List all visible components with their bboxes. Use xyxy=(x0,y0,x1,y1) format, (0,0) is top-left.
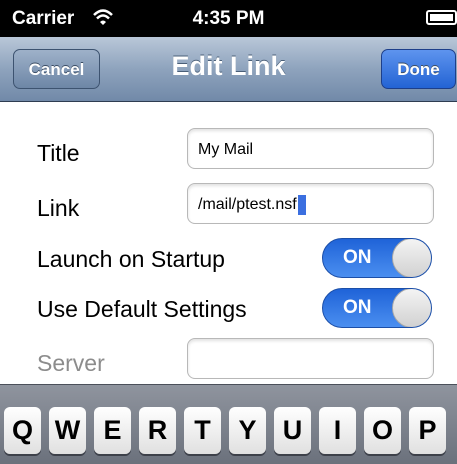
key-i[interactable]: I xyxy=(319,407,356,454)
status-bar: Carrier 4:35 PM xyxy=(0,0,457,37)
toggle-knob xyxy=(392,289,431,327)
link-label: Link xyxy=(37,195,80,221)
key-o[interactable]: O xyxy=(364,407,401,454)
title-field[interactable]: My Mail xyxy=(187,128,434,169)
key-p[interactable]: P xyxy=(409,407,446,454)
key-w[interactable]: W xyxy=(49,407,86,454)
done-button[interactable]: Done xyxy=(381,49,456,89)
key-t[interactable]: T xyxy=(184,407,221,454)
use-default-settings-toggle[interactable]: ON xyxy=(322,288,432,328)
link-field-text: /mail/ptest.nsf xyxy=(198,196,297,213)
key-u[interactable]: U xyxy=(274,407,311,454)
key-r[interactable]: R xyxy=(139,407,176,454)
key-e[interactable]: E xyxy=(94,407,131,454)
use-default-settings-label: Use Default Settings xyxy=(37,296,247,322)
launch-on-startup-label: Launch on Startup xyxy=(37,246,225,272)
status-time: 4:35 PM xyxy=(192,8,265,29)
title-label: Title xyxy=(37,140,80,166)
link-field[interactable]: /mail/ptest.nsf xyxy=(187,183,434,224)
battery-icon xyxy=(426,10,457,25)
keyboard: Q W E R T Y U I O P xyxy=(0,384,457,464)
server-field[interactable] xyxy=(187,338,434,379)
launch-on-startup-toggle[interactable]: ON xyxy=(322,238,432,278)
text-cursor xyxy=(297,194,306,215)
toggle-knob xyxy=(392,239,431,277)
key-y[interactable]: Y xyxy=(229,407,266,454)
key-q[interactable]: Q xyxy=(4,407,41,454)
toggle-on-text: ON xyxy=(343,297,372,318)
toggle-on-text: ON xyxy=(343,247,372,268)
navigation-bar: Cancel Edit Link Done xyxy=(0,37,457,102)
server-label: Server xyxy=(37,350,105,376)
